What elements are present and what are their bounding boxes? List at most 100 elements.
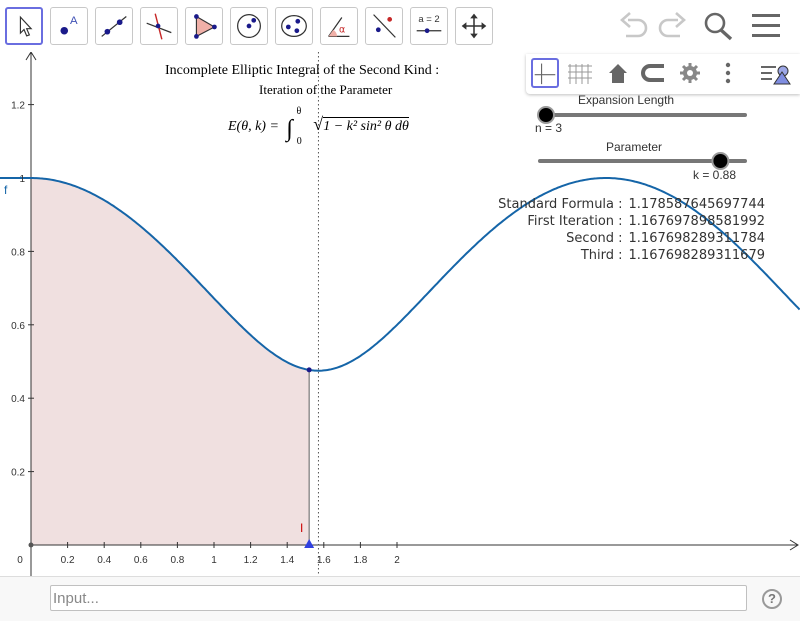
y-tick-label: 0.4 bbox=[11, 394, 25, 405]
undo-button[interactable] bbox=[618, 10, 654, 42]
curve-point bbox=[306, 367, 312, 373]
point-tool-label: A bbox=[70, 15, 78, 27]
integral-sign: ∫ bbox=[286, 116, 293, 142]
undo-icon bbox=[620, 12, 648, 38]
graph-subtitle: Iteration of the Parameter bbox=[259, 82, 393, 97]
ellipse-icon bbox=[281, 14, 307, 38]
settings-button[interactable] bbox=[676, 58, 704, 88]
circle-tool-button[interactable] bbox=[230, 7, 268, 45]
x-tick-label: 1.6 bbox=[317, 555, 331, 566]
input-field[interactable]: Input... bbox=[50, 585, 747, 611]
help-button[interactable]: ? bbox=[762, 589, 782, 609]
x-tick-label: 0.8 bbox=[170, 555, 184, 566]
origin-point bbox=[28, 542, 34, 548]
move-graphics-icon bbox=[461, 13, 487, 39]
slider-tool-button[interactable]: a = 2 bbox=[410, 7, 448, 45]
x-tick-label: 1.2 bbox=[244, 555, 258, 566]
menu-button[interactable] bbox=[748, 10, 784, 42]
toolbar: A α a = 2 bbox=[0, 0, 800, 52]
toggle-grid-button[interactable] bbox=[566, 58, 594, 88]
reflect-icon bbox=[373, 14, 396, 38]
slider-k-label: k = 0.88 bbox=[693, 168, 737, 182]
slider-k-caption: Parameter bbox=[606, 140, 663, 154]
result-row: First Iteration : 1.167697898581992 bbox=[490, 213, 765, 230]
integral-label: I bbox=[300, 521, 303, 535]
point-capturing-button[interactable] bbox=[640, 58, 668, 88]
result-label: First Iteration : bbox=[527, 214, 623, 229]
arrow-cursor-icon bbox=[19, 15, 33, 37]
toggle-axes-button[interactable] bbox=[531, 58, 559, 88]
result-row: Third : 1.167698289311679 bbox=[490, 247, 765, 264]
polygon-icon bbox=[194, 14, 217, 39]
point-capturing-icon bbox=[641, 64, 664, 82]
grid-icon bbox=[568, 64, 592, 84]
x-tick-label: 2 bbox=[394, 555, 400, 566]
perpendicular-icon bbox=[146, 13, 172, 40]
result-value: 1.167698289311784 bbox=[628, 231, 765, 246]
line-tool-button[interactable] bbox=[95, 7, 133, 45]
perpendicular-tool-button[interactable] bbox=[140, 7, 178, 45]
function-label: f bbox=[4, 183, 8, 197]
home-icon bbox=[609, 64, 627, 83]
ellipse-tool-button[interactable] bbox=[275, 7, 313, 45]
y-tick-label: 0.8 bbox=[11, 247, 25, 258]
move-graphics-tool-button[interactable] bbox=[455, 7, 493, 45]
result-row: Second : 1.167698289311784 bbox=[490, 230, 765, 247]
y-tick-label: 1.2 bbox=[11, 101, 25, 112]
algebra-toggle-button[interactable] bbox=[758, 58, 792, 88]
polygon-tool-button[interactable] bbox=[185, 7, 223, 45]
reflect-tool-button[interactable] bbox=[365, 7, 403, 45]
slider-tool-label: a = 2 bbox=[418, 14, 439, 25]
formula: E(θ, k) = ∫ θ 0 √1 − k² sin² θ dθ bbox=[228, 106, 409, 147]
menu-icon bbox=[752, 14, 780, 37]
input-bar: Input... ? bbox=[0, 576, 800, 621]
point-tool-button[interactable]: A bbox=[50, 7, 88, 45]
result-value: 1.178587645697744 bbox=[628, 197, 765, 212]
angle-tool-label: α bbox=[339, 25, 345, 36]
x-tick-label: 1.4 bbox=[280, 555, 294, 566]
circle-icon bbox=[237, 14, 261, 38]
sqrt-sign: √ bbox=[313, 114, 324, 134]
slider-n-label: n = 3 bbox=[535, 121, 563, 135]
standard-view-button[interactable] bbox=[604, 58, 632, 88]
slider-icon: a = 2 bbox=[416, 14, 442, 34]
graphics-view[interactable]: 0 0.2 0.4 0.6 0.8 1 1.2 1.4 1.6 1.8 2 0.2 0.4 0.6 0.8 1… bbox=[0, 52, 800, 576]
integral-area bbox=[31, 178, 310, 545]
angle-tool-button[interactable]: α bbox=[320, 7, 358, 45]
result-label: Standard Formula : bbox=[498, 197, 623, 212]
result-row: Standard Formula : 1.178587645697744 bbox=[490, 196, 765, 213]
more-options-button[interactable] bbox=[714, 58, 742, 88]
algebra-toggle-icon bbox=[761, 65, 791, 85]
settings-icon bbox=[680, 63, 700, 83]
slider-n-caption: Expansion Length bbox=[578, 93, 675, 107]
x-tick-label: 0.6 bbox=[134, 555, 148, 566]
point-icon: A bbox=[60, 15, 78, 35]
y-tick-label: 0.6 bbox=[11, 321, 25, 332]
y-tick-label: 0.2 bbox=[11, 468, 25, 479]
redo-button[interactable] bbox=[652, 10, 688, 42]
result-label: Third : bbox=[580, 248, 623, 263]
search-button[interactable] bbox=[700, 10, 736, 42]
result-value: 1.167697898581992 bbox=[628, 214, 765, 229]
integral-upper-limit: θ bbox=[296, 106, 302, 118]
y-tick-label: 1 bbox=[19, 174, 25, 185]
search-icon bbox=[704, 12, 733, 41]
angle-icon: α bbox=[328, 17, 350, 38]
axes-icon bbox=[534, 63, 556, 85]
redo-icon bbox=[658, 12, 686, 38]
result-value: 1.167698289311679 bbox=[628, 248, 765, 263]
x-tick-label: 1.8 bbox=[353, 555, 367, 566]
x-tick-label: 0 bbox=[17, 555, 23, 566]
result-label: Second : bbox=[566, 231, 623, 246]
more-icon bbox=[725, 62, 731, 84]
move-tool-button[interactable] bbox=[5, 7, 43, 45]
graph-title: Incomplete Elliptic Integral of the Seco… bbox=[165, 63, 440, 78]
x-tick-label: 0.4 bbox=[97, 555, 111, 566]
graphics-style-bar bbox=[526, 54, 800, 94]
integral-lower-limit: 0 bbox=[296, 135, 302, 147]
slider-k-knob[interactable] bbox=[711, 152, 730, 170]
formula-lhs: E(θ, k) = bbox=[228, 119, 279, 134]
x-tick-label: 1 bbox=[211, 555, 217, 566]
formula-rhs: 1 − k² sin² θ dθ bbox=[323, 117, 409, 134]
results-block: Standard Formula : 1.178587645697744 Fir… bbox=[490, 196, 765, 264]
